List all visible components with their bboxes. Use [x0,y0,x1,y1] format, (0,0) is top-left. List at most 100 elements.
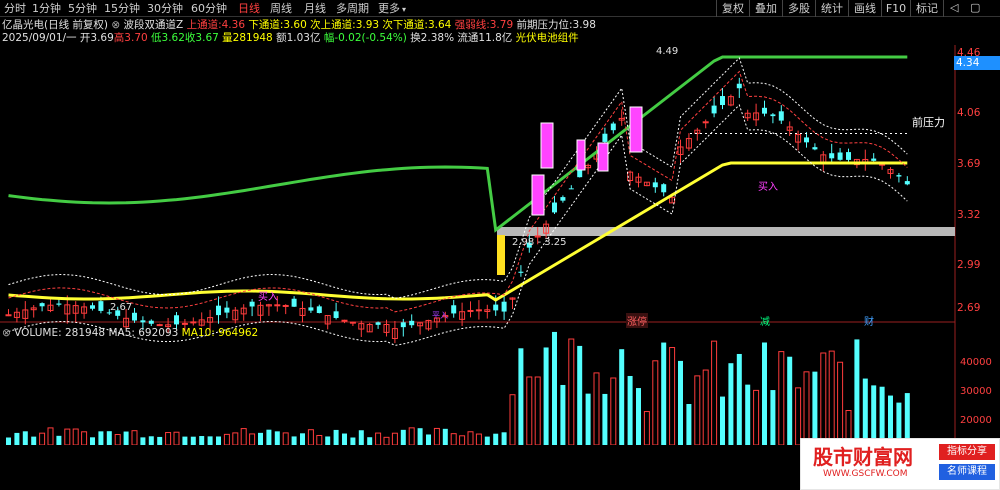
volume-bar [661,342,667,445]
event-jian[interactable]: 减 [760,313,770,328]
ad-banner[interactable]: 股市财富网 WWW.GSCFW.COM 指标分享 名师课程 [800,438,1000,490]
volume-title: VOLUME: 281948 [14,327,106,339]
signal-bar [540,122,554,169]
multi-stock-button[interactable]: 多股 [782,0,816,17]
tab-monthly[interactable]: 月线 [304,1,326,16]
volume-bar [652,360,659,445]
volume-bar [307,429,314,445]
event-cai[interactable]: 财 [864,313,874,328]
candle-body [904,181,910,185]
volume-bar [316,434,323,445]
volume-bar [577,345,583,445]
candle-body [174,315,179,325]
volume-bar [240,428,247,445]
volume-bar [391,432,398,445]
overlay-button[interactable]: 叠加 [749,0,783,17]
volume-bar [509,394,516,445]
volume-bar [114,434,121,445]
tab-1min[interactable]: 1分钟 [32,1,61,16]
tab-more[interactable]: 更多 ▾ [378,1,406,16]
statistics-button[interactable]: 统计 [815,0,849,17]
candle-body [216,305,221,316]
volume-bar [408,427,415,445]
candle-body [702,121,709,124]
tab-multi-period[interactable]: 多周期 [336,1,369,16]
teacher-course-button[interactable]: 名师课程 [939,464,995,480]
candle-body [871,158,877,161]
expand-icon[interactable]: ◁ [950,1,958,14]
candle-body [552,202,557,213]
tab-fenshi[interactable]: 分时 [4,1,26,16]
volume-bar [291,436,297,445]
volume-bar [383,436,390,445]
volume-bar [22,431,28,445]
volume-bar [669,347,676,445]
volume-bar [81,431,88,445]
candlestick-chart[interactable] [0,45,1000,445]
tab-60min[interactable]: 60分钟 [191,1,227,16]
high-price: 高3.70 [113,32,148,44]
candle-body [282,304,289,307]
tab-daily[interactable]: 日线 [238,1,260,16]
volume-settings-icon[interactable]: ⊗ [2,327,11,339]
volume-bar [475,433,482,445]
tab-15min[interactable]: 15分钟 [104,1,140,16]
volume-bar [39,432,46,445]
candle-body [400,322,406,328]
volume-bar [258,432,263,445]
volume-bar [501,432,507,445]
candle-body [518,271,524,273]
volume-bar [300,433,305,445]
draw-line-button[interactable]: 画线 [848,0,882,17]
volume-bar [787,356,793,445]
f10-button[interactable]: F10 [881,0,911,17]
candle-body [568,188,574,190]
signal-bar [629,106,643,153]
volume-bar [795,387,802,445]
fuquan-button[interactable]: 复权 [716,0,750,17]
indicator-settings-icon[interactable]: ⊗ [111,19,120,31]
candle-body [224,307,230,313]
lower-channel-label: 下通道: [248,19,284,31]
volume-bar [282,432,289,445]
tab-5min[interactable]: 5分钟 [68,1,97,16]
chevron-down-icon: ▾ [402,5,407,14]
candle-body [39,303,45,307]
sector-link[interactable]: 光伏电池组件 [516,32,579,44]
event-zhangting[interactable]: 涨停 [626,313,648,328]
ad-url: WWW.GSCFW.COM [823,469,908,479]
tab-weekly[interactable]: 周线 [270,1,292,16]
tab-30min[interactable]: 30分钟 [147,1,183,16]
share-indicator-button[interactable]: 指标分享 [939,444,995,460]
volume-bar [686,404,692,445]
upper-channel-line [8,55,908,233]
mark-button[interactable]: 标记 [910,0,944,17]
upper-channel-value: 4.36 [221,19,246,31]
candle-body [140,320,146,323]
candle-body [829,153,835,159]
volume-bar [560,384,566,445]
volume-bar [274,431,280,445]
candle-body [770,114,776,117]
volume-bar [467,431,474,445]
volume-bar [702,369,709,445]
turnover-value: 换2.38% [410,32,455,44]
volume-bar [745,384,751,445]
window-icon[interactable]: ▢ [970,1,980,14]
strength-line-label: 强弱线: [454,19,490,31]
volume-bar [585,393,591,445]
candle-body [661,184,667,193]
candle-body [316,306,322,314]
volume-bar [526,376,533,445]
volume-bar [123,431,129,445]
candle-body [610,123,616,131]
pressure-value: 3.98 [572,19,596,31]
candle-body [90,305,95,309]
volume-bar [828,350,835,445]
candle-body [493,304,499,311]
period-toolbar: 分时 1分钟 5分钟 15分钟 30分钟 60分钟 日线 周线 月线 多周期 更… [0,0,1000,17]
yellow-signal-bar [497,235,505,275]
volume-bar [534,376,541,445]
indicator-name[interactable]: 波段双通道Z [124,19,184,31]
volume-tick: 30000 [960,386,992,397]
